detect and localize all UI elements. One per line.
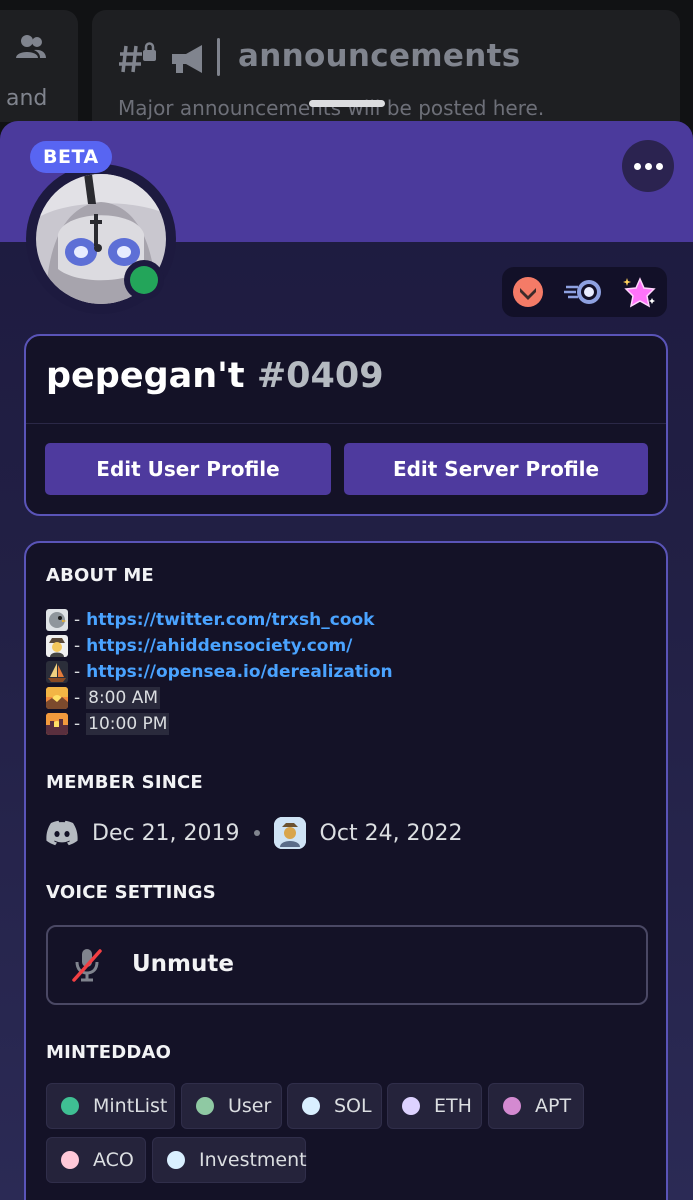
role-pill[interactable]: MintList <box>46 1083 175 1129</box>
members-icon[interactable] <box>16 32 46 62</box>
role-pill[interactable]: APT <box>488 1083 584 1129</box>
dot-separator <box>253 830 260 836</box>
role-pill[interactable]: SOL <box>287 1083 382 1129</box>
twitter-link[interactable]: https://twitter.com/trxsh_cook <box>86 610 374 630</box>
role-pill[interactable]: ACO <box>46 1137 146 1183</box>
role-color-dot <box>503 1097 521 1115</box>
sunrise-emoji-icon <box>46 687 68 709</box>
username[interactable]: pepegan't #0409 <box>46 356 384 396</box>
discriminator: #0409 <box>256 356 384 396</box>
role-name: ETH <box>434 1095 472 1117</box>
bird-emoji-icon <box>46 609 68 631</box>
unmute-button[interactable]: Unmute <box>46 925 648 1005</box>
about-line: - https://twitter.com/trxsh_cook <box>46 607 393 633</box>
city-sunset-emoji-icon <box>46 713 68 735</box>
role-name: SOL <box>334 1095 372 1117</box>
profile-info-card: ABOUT ME - https://twitter.com/trxsh_coo… <box>24 541 668 1200</box>
edit-user-profile-button[interactable]: Edit User Profile <box>45 443 331 495</box>
role-color-dot <box>302 1097 320 1115</box>
truncated-text: and <box>6 86 48 111</box>
member-list-panel: and <box>0 10 78 122</box>
role-color-dot <box>167 1151 185 1169</box>
about-line: - https://opensea.io/derealization <box>46 659 393 685</box>
discord-logo-icon <box>46 820 78 846</box>
unmute-label: Unmute <box>132 951 234 977</box>
discord-join-date: Dec 21, 2019 <box>92 820 240 846</box>
member-since-row: Dec 21, 2019 Oct 24, 2022 <box>46 815 463 851</box>
role-pill[interactable]: User <box>181 1083 282 1129</box>
about-line: - 8:00 AM <box>46 685 393 711</box>
timestamp: 8:00 AM <box>86 687 161 709</box>
timestamp: 10:00 PM <box>86 713 170 735</box>
megaphone-icon <box>172 45 202 73</box>
role-color-dot <box>61 1097 79 1115</box>
dot-icon <box>644 162 652 170</box>
username-text: pepegan't <box>46 356 245 396</box>
detective-emoji-icon <box>46 635 68 657</box>
about-me-heading: ABOUT ME <box>46 565 154 586</box>
role-color-dot <box>61 1151 79 1169</box>
website-link[interactable]: https://ahiddensociety.com/ <box>86 636 352 656</box>
divider <box>26 423 666 424</box>
status-indicator <box>124 260 164 300</box>
separator: - <box>74 610 81 630</box>
member-since-heading: MEMBER SINCE <box>46 772 203 793</box>
nitro-star-icon[interactable] <box>622 276 658 308</box>
about-line: - 10:00 PM <box>46 711 393 737</box>
role-name: User <box>228 1095 272 1117</box>
locked-channel-icon <box>119 42 156 73</box>
separator: - <box>74 662 81 682</box>
about-me-content: - https://twitter.com/trxsh_cook - https… <box>46 607 393 737</box>
more-options-button[interactable] <box>622 140 674 192</box>
online-status-dot <box>130 266 158 294</box>
user-name-card: pepegan't #0409 Edit User Profile Edit S… <box>24 334 668 516</box>
channel-name[interactable]: announcements <box>238 38 520 74</box>
header-divider <box>217 38 220 76</box>
role-name: Investment <box>199 1149 307 1171</box>
muted-mic-icon <box>72 949 102 982</box>
server-join-date: Oct 24, 2022 <box>319 820 463 846</box>
role-pill[interactable]: Investment <box>152 1137 307 1183</box>
nitro-boost-icon[interactable] <box>564 276 604 308</box>
profile-sheet: BETA pepegan't #0409 Edit User Profile E… <box>0 121 693 1200</box>
dot-icon <box>655 162 663 170</box>
role-color-dot <box>402 1097 420 1115</box>
beta-badge: BETA <box>30 141 112 173</box>
role-name: APT <box>535 1095 572 1117</box>
sheet-drag-handle[interactable] <box>309 100 385 107</box>
avatar-container[interactable] <box>26 164 176 314</box>
separator: - <box>74 714 81 734</box>
role-name: MintList <box>93 1095 168 1117</box>
separator: - <box>74 636 81 656</box>
separator: - <box>74 688 81 708</box>
badge-list <box>502 267 667 317</box>
edit-server-profile-button[interactable]: Edit Server Profile <box>344 443 648 495</box>
server-roles-heading: MINTEDDAO <box>46 1042 172 1063</box>
server-icon <box>273 817 306 849</box>
role-color-dot <box>196 1097 214 1115</box>
voice-settings-heading: VOICE SETTINGS <box>46 882 216 903</box>
hypesquad-brilliance-icon[interactable] <box>512 276 544 308</box>
dot-icon <box>633 162 641 170</box>
opensea-link[interactable]: https://opensea.io/derealization <box>86 662 392 682</box>
sailboat-emoji-icon <box>46 661 68 683</box>
role-pill[interactable]: ETH <box>387 1083 482 1129</box>
about-line: - https://ahiddensociety.com/ <box>46 633 393 659</box>
role-name: ACO <box>93 1149 134 1171</box>
